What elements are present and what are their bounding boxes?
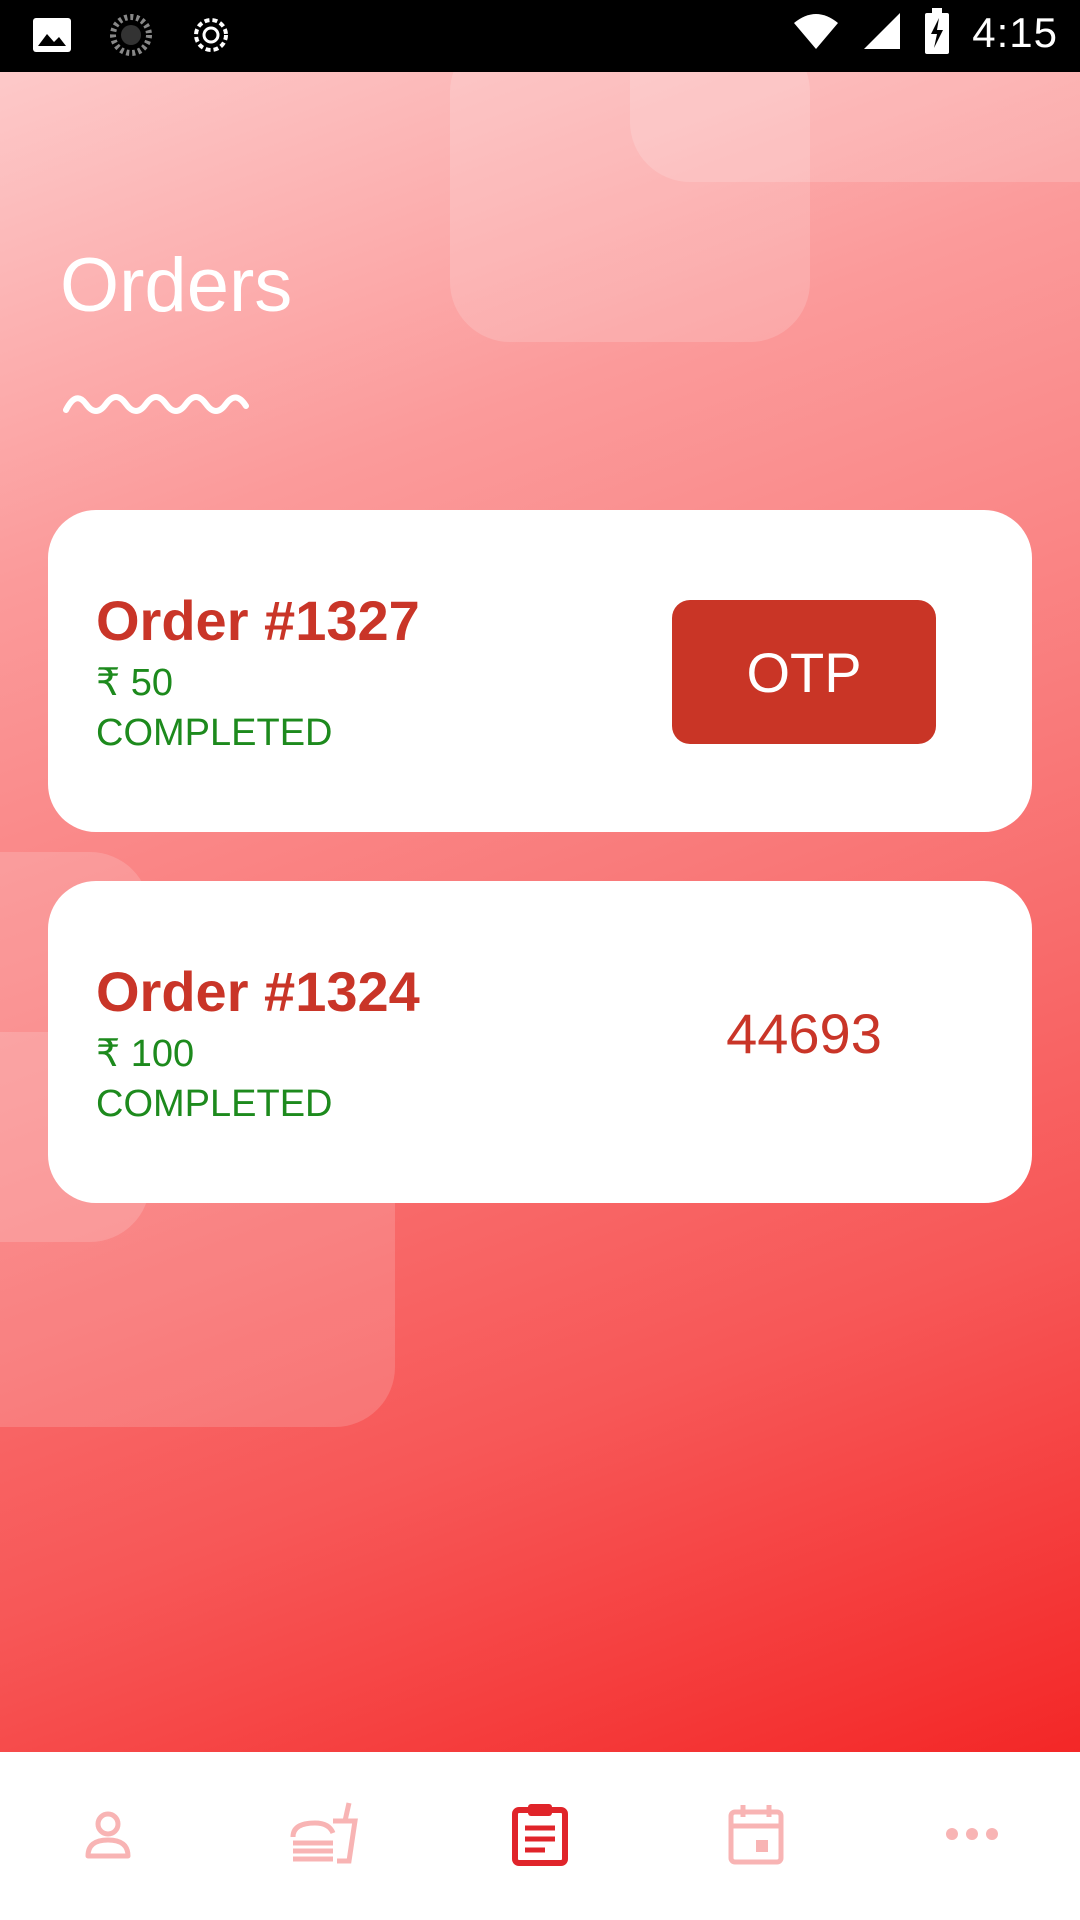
- signal-icon: [862, 11, 902, 55]
- order-card[interactable]: Order #1324 ₹ 100 COMPLETED 44693: [48, 881, 1032, 1203]
- nav-item-orders[interactable]: [432, 1752, 648, 1920]
- nav-item-calendar[interactable]: [648, 1752, 864, 1920]
- page-title: Orders: [60, 243, 293, 328]
- squiggle-divider-icon: [63, 394, 249, 414]
- usb-debug-icon: [190, 14, 232, 60]
- order-status: COMPLETED: [96, 1083, 333, 1125]
- otp-code: 44693: [726, 1002, 882, 1065]
- nav-item-profile[interactable]: [0, 1752, 216, 1920]
- clock: 4:15: [972, 9, 1058, 56]
- bottom-nav: [0, 1752, 1080, 1920]
- orders-icon: [510, 1802, 570, 1870]
- order-title: Order #1327: [96, 589, 420, 652]
- order-amount: ₹ 50: [96, 662, 174, 704]
- order-title: Order #1324: [96, 960, 420, 1023]
- background-decoration: [630, 72, 1080, 182]
- profile-icon: [80, 1806, 136, 1866]
- orders-screen: Orders Order #1327 ₹ 50 COMPLETED OTP Or…: [0, 72, 1080, 1752]
- nav-item-more[interactable]: [864, 1752, 1080, 1920]
- image-icon: [32, 17, 72, 57]
- nav-item-food[interactable]: [216, 1752, 432, 1920]
- battery-charging-icon: [924, 8, 950, 58]
- wifi-icon: [792, 11, 840, 55]
- calendar-icon: [726, 1802, 786, 1870]
- food-icon: [289, 1799, 359, 1873]
- status-bar: 4:15: [0, 0, 1080, 72]
- order-card[interactable]: Order #1327 ₹ 50 COMPLETED OTP: [48, 510, 1032, 832]
- more-icon: [944, 1824, 1000, 1848]
- order-status: COMPLETED: [96, 712, 333, 754]
- loading-icon: [110, 14, 152, 60]
- otp-button[interactable]: OTP: [672, 600, 936, 744]
- order-amount: ₹ 100: [96, 1033, 195, 1075]
